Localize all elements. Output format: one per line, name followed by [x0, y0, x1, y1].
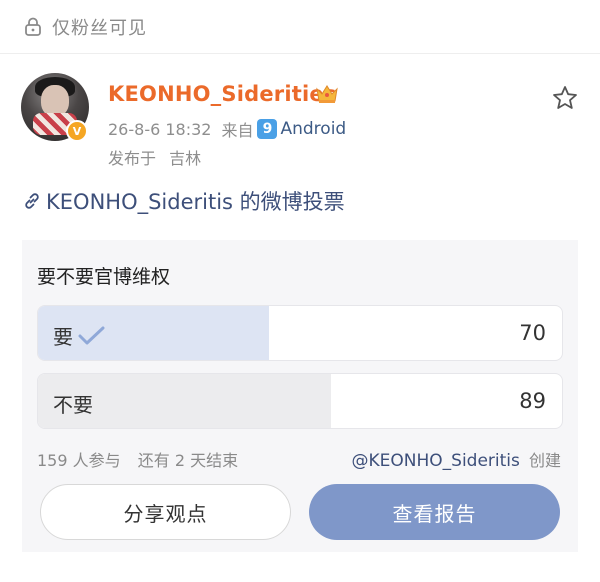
poll-option-text: 要 [53, 325, 73, 349]
poll-participants: 159 人参与 [37, 451, 121, 470]
poll-option-no[interactable]: 不要 89 [37, 373, 563, 429]
poll-option-yes[interactable]: 要 70 [37, 305, 563, 361]
link-icon [25, 193, 39, 209]
poll-remaining: 还有 2 天结束 [137, 451, 239, 470]
username[interactable]: KEONHO_Siderities [108, 82, 337, 106]
view-report-button[interactable]: 查看报告 [309, 484, 560, 540]
poll-option-votes: 70 [519, 321, 546, 345]
share-opinion-button[interactable]: 分享观点 [40, 484, 291, 540]
poll-link[interactable]: KEONHO_Sideritis 的微博投票 [22, 186, 345, 216]
poll-link-text: KEONHO_Sideritis 的微博投票 [46, 190, 345, 214]
poll-option-label: 要 [53, 321, 105, 350]
poll-option-votes: 89 [519, 389, 546, 413]
lock-icon [25, 17, 41, 36]
crown-icon[interactable] [315, 83, 339, 105]
visibility-bar: 仅粉丝可见 [0, 0, 600, 54]
location-prefix: 发布于 [108, 149, 157, 168]
poll-card: 要不要官博维权 要 70 不要 89 159 人参与 还有 2 天结束 @KEO… [22, 240, 578, 552]
weibo-post-page: 仅粉丝可见 V KEONHO_Siderities 26-8-6 18:32 来… [0, 0, 600, 582]
poll-option-label: 不要 [53, 389, 93, 418]
checkmark-icon [78, 326, 105, 344]
poll-creator: @KEONHO_Sideritis 创建 [352, 447, 561, 471]
verified-badge: V [66, 120, 88, 142]
from-label: 来自 [221, 121, 254, 140]
favorite-star-icon[interactable] [551, 84, 579, 112]
post-meta: 26-8-6 18:32 来自 9 Android [108, 117, 346, 141]
poll-creator-suffix: 创建 [528, 451, 561, 470]
location-value: 吉林 [169, 149, 202, 168]
poll-title: 要不要官博维权 [37, 266, 171, 288]
poll-option-text: 不要 [53, 393, 93, 417]
post-time: 26-8-6 18:32 [108, 119, 212, 139]
device-badge: 9 [257, 119, 278, 139]
device-link[interactable]: Android [280, 119, 346, 139]
visibility-label: 仅粉丝可见 [52, 17, 147, 39]
post-location: 发布于 吉林 [108, 145, 201, 169]
poll-stats: 159 人参与 还有 2 天结束 [37, 447, 238, 471]
poll-creator-handle[interactable]: @KEONHO_Sideritis [352, 451, 520, 471]
